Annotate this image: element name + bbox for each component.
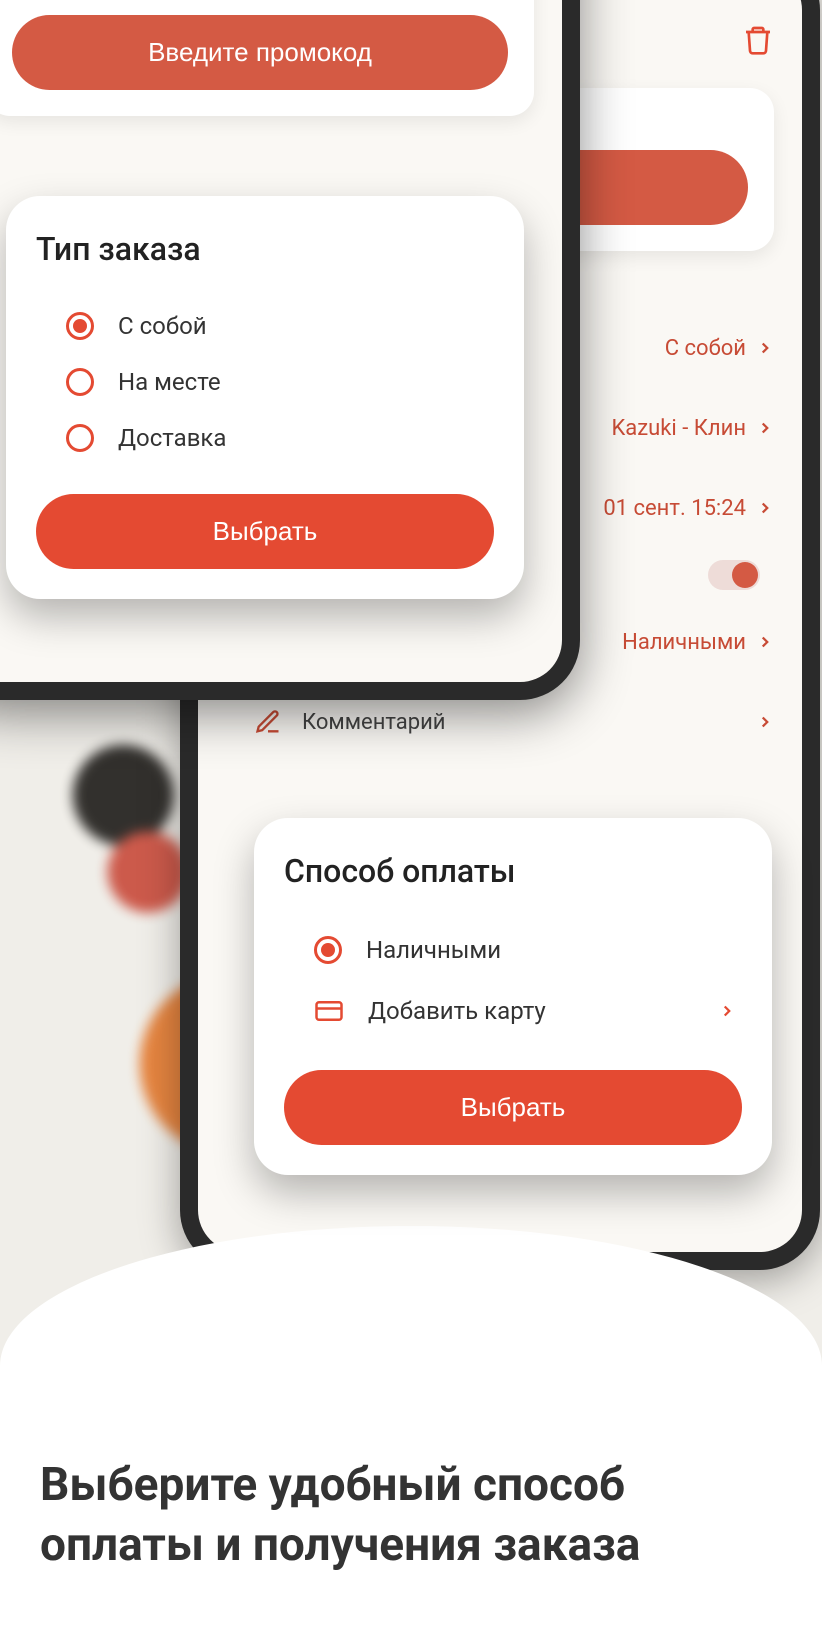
chevron-right-icon [756, 339, 774, 357]
payment-option-cash[interactable]: Наличными [284, 920, 742, 980]
promo-button-front[interactable]: Введите промокод [12, 15, 508, 90]
order-type-select-button[interactable]: Выбрать [36, 494, 494, 569]
card-icon [314, 996, 344, 1026]
marketing-caption: Выберите удобный способ оплаты и получен… [40, 1456, 782, 1576]
radio-unchecked-icon [66, 368, 94, 396]
chevron-right-icon [756, 633, 774, 651]
payment-method-modal: Способ оплаты Наличными Добавить карту В… [254, 818, 772, 1175]
edit-icon [254, 708, 282, 736]
radio-unchecked-icon [66, 424, 94, 452]
chevron-right-icon [756, 713, 774, 731]
toggle-switch[interactable] [708, 560, 760, 590]
order-type-option-takeaway[interactable]: С собой [36, 298, 494, 354]
chevron-right-icon [718, 1002, 736, 1020]
order-type-title: Тип заказа [36, 230, 494, 268]
promo-card-front: Получайте скидки и товары в подарок Введ… [0, 0, 534, 116]
payment-method-title: Способ оплаты [284, 852, 742, 890]
payment-option-add-card[interactable]: Добавить карту [284, 980, 742, 1042]
order-type-option-delivery[interactable]: Доставка [36, 410, 494, 466]
payment-value: Наличными [622, 630, 746, 655]
comment-label: Комментарий [302, 710, 446, 735]
chevron-right-icon [756, 419, 774, 437]
order-type-option-dinein[interactable]: На месте [36, 354, 494, 410]
caption-background [0, 1226, 822, 1646]
trash-icon[interactable] [742, 22, 774, 58]
order-type-modal: Тип заказа С собой На месте Доставка Выб… [6, 196, 524, 599]
radio-checked-icon [314, 936, 342, 964]
chevron-right-icon [756, 499, 774, 517]
payment-select-button[interactable]: Выбрать [284, 1070, 742, 1145]
radio-checked-icon [66, 312, 94, 340]
